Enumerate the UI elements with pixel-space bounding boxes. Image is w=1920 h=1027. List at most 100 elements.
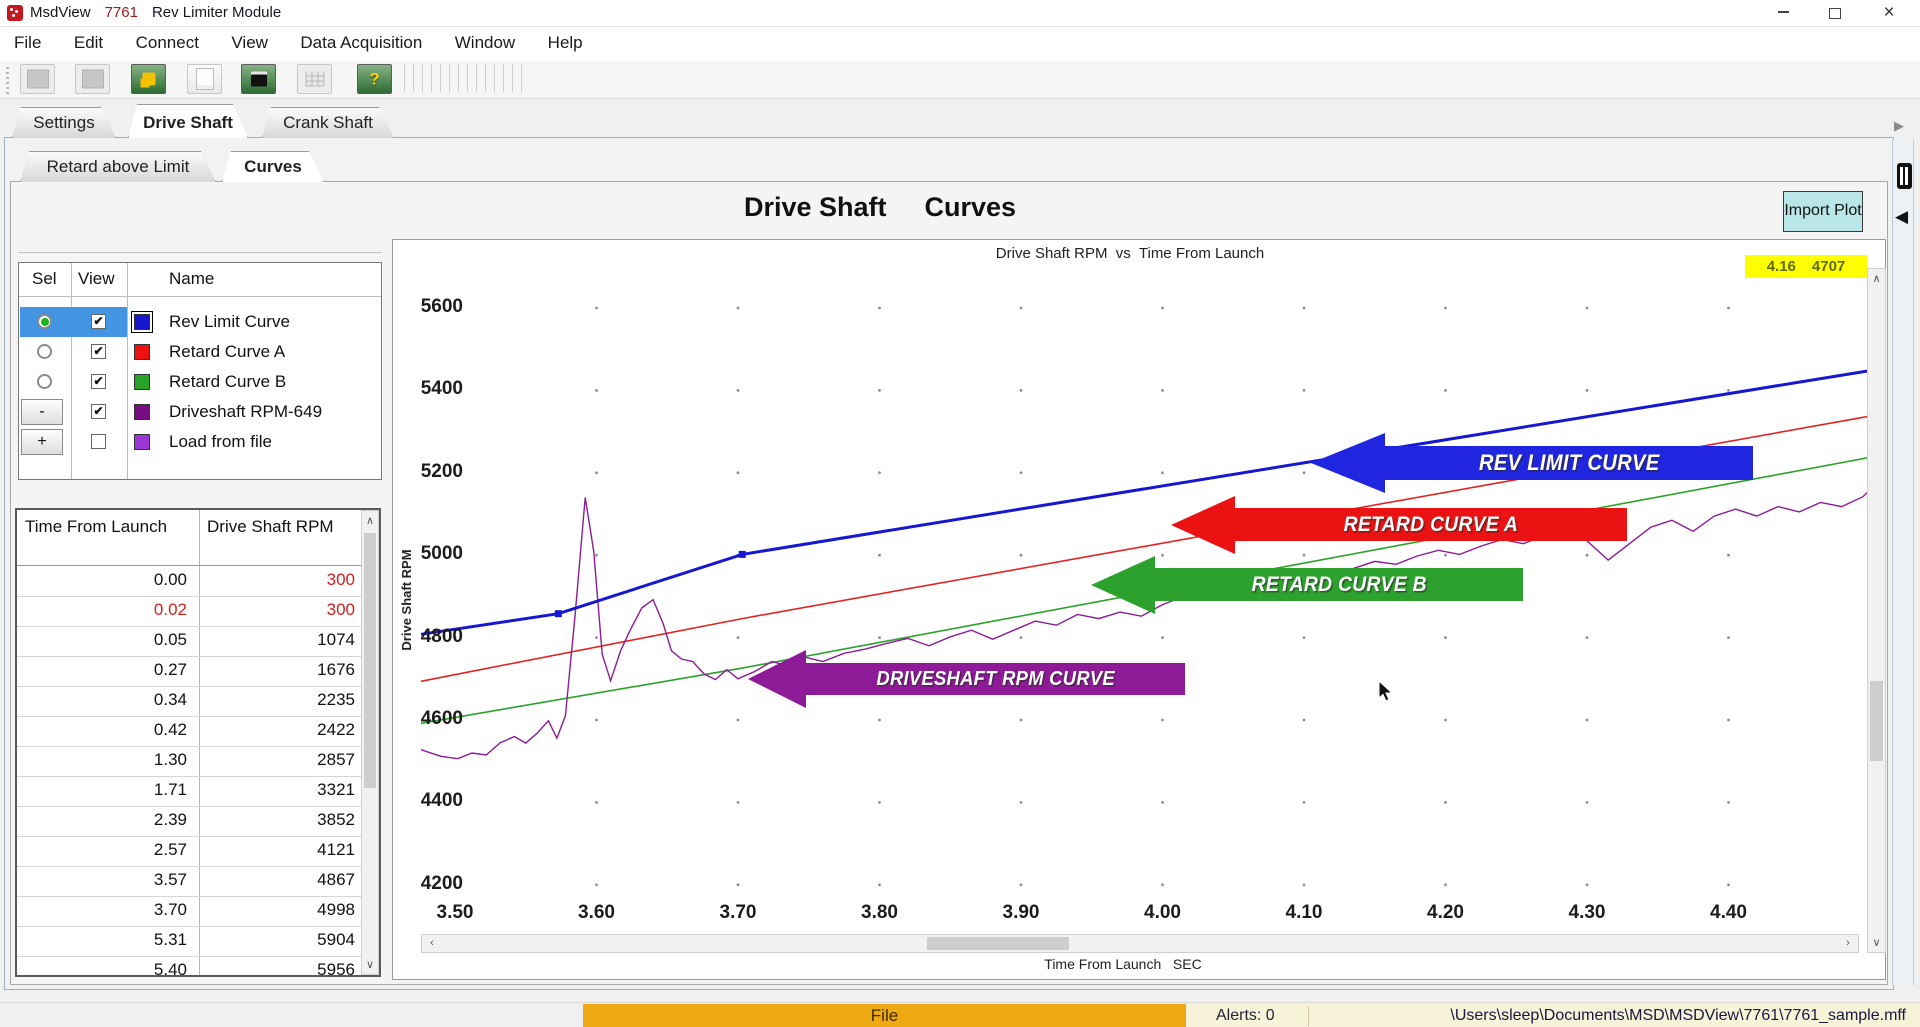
rpm-cell[interactable]: 2422 <box>201 720 355 740</box>
chart-vertical-scrollbar[interactable]: ∧ ∨ <box>1867 268 1886 953</box>
scroll-up-icon[interactable]: ∧ <box>1868 272 1885 285</box>
grid-dot <box>737 883 740 886</box>
curve-color-swatch[interactable] <box>134 404 150 420</box>
rpm-cell[interactable]: 5904 <box>201 930 355 950</box>
rpm-cell[interactable]: 4867 <box>201 870 355 890</box>
time-cell[interactable]: 0.27 <box>17 660 187 680</box>
close-button[interactable]: × <box>1866 0 1912 26</box>
new-file-button[interactable] <box>187 64 222 94</box>
time-cell[interactable]: 1.30 <box>17 750 187 770</box>
scroll-right-icon[interactable]: › <box>1842 937 1854 949</box>
import-plot-button[interactable]: Import Plot <box>1783 191 1863 232</box>
scroll-down-icon[interactable]: ∨ <box>362 958 378 971</box>
grid-dot <box>1727 389 1730 392</box>
time-cell[interactable]: 3.70 <box>17 900 187 920</box>
toolbar-drag-handle[interactable] <box>6 66 9 94</box>
rpm-cell[interactable]: 4998 <box>201 900 355 920</box>
time-cell[interactable]: 0.00 <box>17 570 187 590</box>
data-grid-icon <box>305 72 324 87</box>
grid-dot <box>1020 719 1023 722</box>
menu-help[interactable]: Help <box>534 27 597 53</box>
time-cell[interactable]: 0.05 <box>17 630 187 650</box>
menu-edit[interactable]: Edit <box>60 27 117 53</box>
chart-horizontal-scrollbar[interactable]: ‹ › <box>421 934 1859 953</box>
menu-view[interactable]: View <box>217 27 282 53</box>
tab-crank-shaft[interactable]: Crank Shaft <box>262 107 394 138</box>
table-row: 0.34 2235 <box>17 686 363 717</box>
curve-select-radio[interactable] <box>37 374 52 389</box>
time-cell[interactable]: 2.39 <box>17 810 187 830</box>
curve-name[interactable]: Load from file <box>169 432 272 452</box>
rpm-cell[interactable]: 3852 <box>201 810 355 830</box>
grid-dot <box>878 719 881 722</box>
curve-name[interactable]: Rev Limit Curve <box>169 312 290 332</box>
remove-curve-button[interactable]: - <box>21 399 63 425</box>
time-cell[interactable]: 5.40 <box>17 960 187 977</box>
rpm-cell[interactable]: 5956 <box>201 960 355 977</box>
menu-connect[interactable]: Connect <box>122 27 213 53</box>
curve-select-radio[interactable] <box>37 344 52 359</box>
scrollbar-thumb[interactable] <box>364 533 376 788</box>
menu-window[interactable]: Window <box>441 27 529 53</box>
rpm-cell[interactable]: 300 <box>201 600 355 620</box>
tab-curves[interactable]: Curves <box>222 151 324 182</box>
curve-name[interactable]: Driveshaft RPM-649 <box>169 402 322 422</box>
menu-file[interactable]: File <box>0 27 55 53</box>
time-cell[interactable]: 3.57 <box>17 870 187 890</box>
time-cell[interactable]: 5.31 <box>17 930 187 950</box>
rpm-cell[interactable]: 2857 <box>201 750 355 770</box>
connect-button[interactable] <box>131 64 166 94</box>
data-table-scrollbar[interactable]: ∧ ∨ <box>361 510 379 975</box>
grid-dot <box>878 801 881 804</box>
time-cell[interactable]: 0.02 <box>17 600 187 620</box>
curve-view-checkbox[interactable] <box>91 434 106 449</box>
curve-name[interactable]: Retard Curve B <box>169 372 286 392</box>
panel-divider <box>18 252 382 256</box>
scroll-up-icon[interactable]: ∧ <box>362 514 378 527</box>
rpm-cell[interactable]: 4121 <box>201 840 355 860</box>
help-button[interactable]: ? <box>357 64 392 94</box>
rpm-cell[interactable]: 3321 <box>201 780 355 800</box>
tab-retard-above-limit[interactable]: Retard above Limit <box>20 151 216 182</box>
add-curve-button[interactable]: + <box>21 429 63 455</box>
title-bar: MsdView7761Rev Limiter Module × <box>0 0 1920 27</box>
curve-color-swatch[interactable] <box>134 374 150 390</box>
grid-dot <box>1020 389 1023 392</box>
curve-name[interactable]: Retard Curve A <box>169 342 285 362</box>
collapse-left-icon[interactable]: ◀ <box>1895 207 1908 227</box>
tab-scroll-right-icon[interactable]: ▶ <box>1894 118 1904 134</box>
scrollbar-thumb[interactable] <box>1870 681 1883 761</box>
time-cell[interactable]: 0.42 <box>17 720 187 740</box>
curve-view-checkbox[interactable]: ✔ <box>91 404 106 419</box>
save-to-device-button[interactable] <box>241 64 276 94</box>
curve-color-swatch[interactable] <box>134 344 150 360</box>
curve-color-swatch[interactable] <box>134 314 150 330</box>
curve-view-checkbox[interactable]: ✔ <box>91 344 106 359</box>
curve-color-swatch[interactable] <box>134 434 150 450</box>
scrollbar-thumb[interactable] <box>927 937 1069 950</box>
tab-settings[interactable]: Settings <box>12 107 116 138</box>
pane-handle-icon[interactable] <box>1897 163 1912 189</box>
rpm-cell[interactable]: 1074 <box>201 630 355 650</box>
minimize-button[interactable] <box>1760 0 1806 26</box>
curve-view-checkbox[interactable]: ✔ <box>91 374 106 389</box>
curve-view-checkbox[interactable]: ✔ <box>91 314 106 329</box>
curve-point-marker[interactable] <box>555 610 562 617</box>
rpm-cell[interactable]: 1676 <box>201 660 355 680</box>
grid-dot <box>1444 636 1447 639</box>
time-cell[interactable]: 0.34 <box>17 690 187 710</box>
scroll-left-icon[interactable]: ‹ <box>426 937 438 949</box>
rpm-cell[interactable]: 2235 <box>201 690 355 710</box>
grid-dot <box>1161 719 1164 722</box>
menu-data-acquisition[interactable]: Data Acquisition <box>286 27 436 53</box>
curve-select-radio[interactable] <box>37 314 52 329</box>
tab-drive-shaft[interactable]: Drive Shaft <box>128 104 248 138</box>
time-cell[interactable]: 2.57 <box>17 840 187 860</box>
rpm-cell[interactable]: 300 <box>201 570 355 590</box>
maximize-button[interactable] <box>1812 0 1858 26</box>
scroll-down-icon[interactable]: ∨ <box>1868 936 1885 949</box>
time-cell[interactable]: 1.71 <box>17 780 187 800</box>
grid-dot <box>1303 636 1306 639</box>
y-tick-label: 5600 <box>397 296 463 318</box>
curve-point-marker[interactable] <box>739 551 746 558</box>
